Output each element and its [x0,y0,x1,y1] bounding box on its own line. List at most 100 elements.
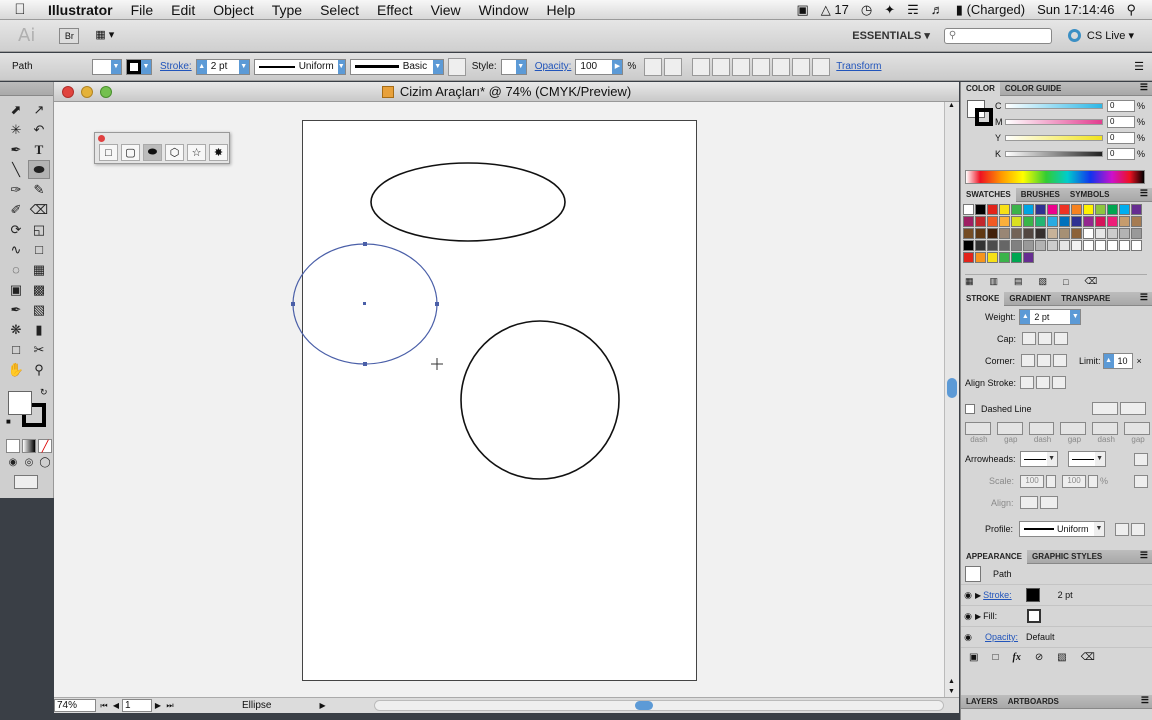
draw-behind-icon[interactable]: ◎ [22,455,36,469]
ellipse-tool-icon[interactable]: ⬬ [28,160,50,179]
tab-color-guide[interactable]: COLOR GUIDE [1000,82,1066,96]
tab-artboards[interactable]: ARTBOARDS [1003,695,1064,709]
color-swatch[interactable] [1131,228,1142,239]
bevel-join-icon[interactable] [1053,353,1068,367]
line-tool-icon[interactable]: ╲ [5,160,27,179]
color-swatch[interactable] [1119,228,1130,239]
align-right-icon[interactable] [752,57,771,76]
place-arrow-icon[interactable] [1039,495,1058,509]
gap-input[interactable] [1060,422,1087,435]
volume-icon[interactable]: ♬ [931,2,944,17]
apple-icon[interactable]:  [0,1,40,18]
gradient-tool-icon[interactable]: ▩ [28,280,50,299]
opacity-link[interactable]: Opacity: [535,61,572,72]
status-menu-icon[interactable]: ▶ [319,701,325,710]
slice-tool-icon[interactable]: ✂ [28,340,50,359]
black-slider[interactable] [1005,151,1103,157]
align-middle-icon[interactable] [792,57,811,76]
color-swatch[interactable] [1095,216,1106,227]
color-swatch[interactable] [1107,204,1118,215]
selection-tool-icon[interactable]: ⬈ [5,100,27,119]
wifi-icon[interactable]: ☴ [907,2,919,18]
menu-help[interactable]: Help [537,2,584,18]
dashed-line-checkbox[interactable] [965,404,975,414]
arrow-end-scale[interactable]: 100 [1062,474,1087,488]
appearance-stroke-link[interactable]: Stroke: [983,590,1012,600]
color-swatch[interactable] [1011,228,1022,239]
align-center-icon[interactable] [732,57,751,76]
stroke-profile-dropdown[interactable]: Uniform ▼ [1019,521,1106,537]
visibility-eye-icon[interactable]: ◉ [961,590,975,601]
ellipse-tool-icon[interactable]: ⬬ [143,144,162,161]
zoom-window-icon[interactable] [100,86,112,98]
paintbrush-tool-icon[interactable]: ✑ [5,180,27,199]
magic-wand-tool-icon[interactable]: ✳ [5,120,27,139]
swap-fill-stroke-icon[interactable]: ↻ [40,387,48,398]
tab-transparency[interactable]: TRANSPARE [1056,292,1115,306]
color-swatch[interactable] [987,216,998,227]
miter-limit-input[interactable]: ▲ 10 [1102,353,1133,369]
menu-effect[interactable]: Effect [368,2,422,18]
swatch-kind-icon[interactable]: ▥ [990,276,999,287]
color-swatch[interactable] [1083,228,1094,239]
color-swatch[interactable] [1095,204,1106,215]
free-transform-tool-icon[interactable]: □ [28,240,50,259]
blend-tool-icon[interactable]: ▧ [28,300,50,319]
blob-brush-tool-icon[interactable]: ✐ [5,200,27,219]
color-swatch[interactable] [1035,216,1046,227]
artboard-tool-icon[interactable]: □ [5,340,27,359]
color-swatch[interactable] [1059,216,1070,227]
previous-artboard-icon[interactable]: ◀ [110,700,122,712]
menu-object[interactable]: Object [204,2,262,18]
pencil-tool-icon[interactable]: ✎ [28,180,50,199]
projecting-cap-icon[interactable] [1054,331,1069,345]
menu-type[interactable]: Type [263,2,311,18]
status-info[interactable]: Ellipse [242,700,271,711]
color-swatch[interactable] [975,216,986,227]
color-swatch[interactable] [1071,228,1082,239]
duplicate-item-icon[interactable]: ▧ [1057,652,1066,663]
gradient-mode-icon[interactable] [22,439,36,453]
color-swatch[interactable] [999,216,1010,227]
anchor-point-icon[interactable] [363,362,367,366]
delete-item-icon[interactable]: ⌫ [1081,652,1095,663]
fill-color-dropdown[interactable]: ▼ [92,58,122,75]
add-stroke-icon[interactable]: ▣ [969,652,978,663]
color-swatch[interactable] [1059,204,1070,215]
zoom-tool-icon[interactable]: ⚲ [28,360,50,379]
link-scale-icon[interactable] [1134,474,1148,488]
mesh-tool-icon[interactable]: ▣ [5,280,27,299]
color-swatch[interactable] [1071,240,1082,251]
ai-status[interactable]: △ 17 [821,2,849,18]
color-swatch[interactable] [1047,228,1058,239]
stroke-weight-field[interactable]: ▲ 2 pt ▼ [195,58,250,75]
miter-join-icon[interactable] [1021,353,1036,367]
panel-menu-icon[interactable]: ☰ [1140,292,1148,303]
menu-view[interactable]: View [422,2,470,18]
scale-tool-icon[interactable]: ◱ [28,220,50,239]
color-swatch[interactable] [999,204,1010,215]
stroke-color-dropdown[interactable]: ▼ [126,58,152,75]
workspace-switcher[interactable]: ESSENTIALS ▾ [852,29,930,42]
color-swatch[interactable] [1011,252,1022,263]
clear-appearance-icon[interactable]: ⊘ [1035,652,1043,663]
menu-file[interactable]: File [122,2,163,18]
swatch-options-icon[interactable]: ▤ [1014,276,1023,287]
star-tool-icon[interactable]: ☆ [187,144,206,161]
battery-status[interactable]: ▮ (Charged) [956,2,1025,18]
menu-window[interactable]: Window [470,2,538,18]
delete-swatch-icon[interactable]: ⌫ [1085,276,1098,287]
dash-input[interactable] [965,422,991,435]
eyedropper-tool-icon[interactable]: ✒ [5,300,27,319]
color-swatch[interactable] [987,252,998,263]
align-dash-icon[interactable] [1120,401,1146,415]
color-swatch[interactable] [1095,228,1106,239]
cyan-slider[interactable] [1005,103,1103,109]
vertical-scroll-thumb[interactable] [947,378,957,398]
color-swatch[interactable] [1047,216,1058,227]
fill-color-box[interactable] [8,391,32,415]
horizontal-scroll-thumb[interactable] [635,701,653,710]
color-swatch[interactable] [1011,204,1022,215]
appearance-stroke-swatch[interactable] [1025,588,1040,602]
recolor-artwork-icon[interactable] [447,57,466,76]
